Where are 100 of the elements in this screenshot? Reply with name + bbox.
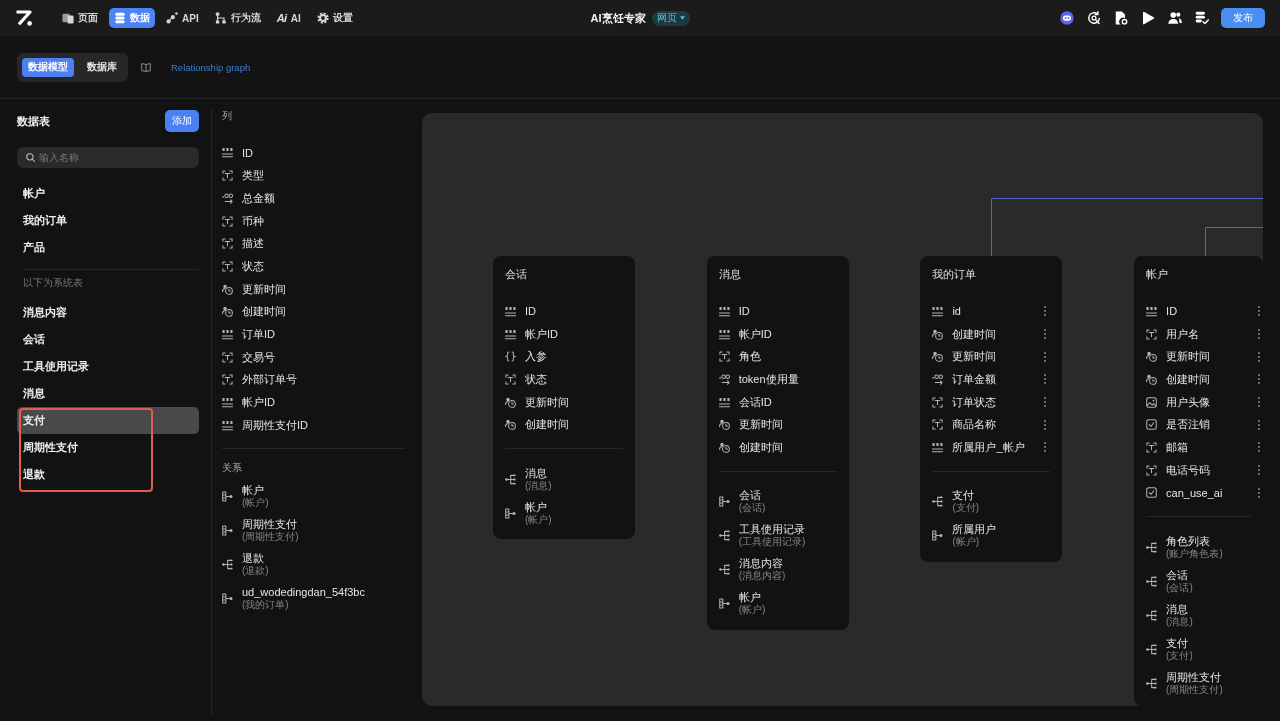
text-type-icon (505, 373, 516, 385)
nav-tab[interactable]: Ai AI (271, 8, 306, 28)
field-name: 创建时间 (1166, 371, 1211, 387)
more-icon[interactable] (1258, 306, 1261, 317)
column-name: 类型 (242, 168, 264, 184)
relation-name: 消息 (1166, 602, 1190, 616)
nav-tab[interactable]: 数据 (109, 8, 155, 28)
merge-icon (222, 491, 233, 503)
checkbox-icon (1146, 419, 1158, 431)
app-title: AI烹饪专家 (590, 10, 646, 26)
search-icon (26, 153, 35, 162)
table-list-item[interactable]: 支付 (17, 407, 199, 434)
table-card[interactable]: 会话 ID 帐户ID 入参 状态 更新时间 创建时间 消息 (消息) 帐户 (帐户) (493, 256, 635, 540)
braces-icon (505, 351, 516, 363)
field-name: 更新时间 (952, 349, 997, 365)
more-icon[interactable] (1044, 351, 1047, 362)
clock-user-icon (718, 419, 730, 431)
table-list-item[interactable]: 帐户 (17, 180, 199, 207)
relation-name: 消息内容 (738, 557, 784, 570)
more-icon[interactable] (1044, 442, 1047, 453)
table-list-item[interactable]: 消息 (17, 380, 199, 407)
more-icon[interactable] (1258, 329, 1261, 339)
more-icon[interactable] (1044, 374, 1047, 385)
more-icon[interactable] (1258, 487, 1261, 498)
field-name: token使用量 (738, 371, 799, 387)
relation-name: 所属用户 (952, 523, 997, 536)
table-list-item[interactable]: 消息内容 (17, 299, 199, 326)
section-title: 列 (222, 109, 233, 122)
more-icon[interactable] (1258, 419, 1261, 430)
book-icon[interactable] (141, 62, 151, 72)
refresh-search-icon[interactable] (1087, 11, 1101, 25)
column-name: 订单ID (242, 326, 275, 342)
number-icon (505, 328, 516, 340)
table-card[interactable]: 帐户 ID 用户名 更新时间 创建时间 用户头像 是否注销 邮箱 电话号码 can_use_ai 角色列表 (账户角色表) 会话 (会话) 消息 (消息) 支付 (支付) 周期性支付 (周期性支付) (1134, 256, 1263, 706)
number-icon (222, 419, 233, 431)
table-card[interactable]: 我的订单 id 创建时间 更新时间 订单金额 订单状态 商品名称 所属用户_帐户 支付 (支付) 所属用户 (帐户) (920, 256, 1063, 562)
column-name: 周期性支付ID (242, 417, 308, 433)
more-icon[interactable] (1044, 397, 1047, 408)
field-name: 帐户ID (738, 326, 772, 342)
more-icon[interactable] (1258, 351, 1261, 362)
page-type-dropdown[interactable]: 网页 (651, 10, 690, 26)
more-icon[interactable] (1258, 397, 1261, 408)
relation-name: 消息 (525, 466, 548, 480)
table-list-item[interactable]: 产品 (17, 234, 199, 261)
table-list-item[interactable]: 退款 (17, 461, 199, 488)
table-list-item[interactable]: 工具使用记录 (17, 353, 199, 380)
fork-icon (1146, 677, 1158, 689)
card-title: 消息 (718, 267, 742, 281)
add-button[interactable]: 添加 (165, 110, 199, 132)
caret-icon (679, 16, 685, 20)
logo-icon[interactable] (15, 10, 33, 26)
field-name: 订单金额 (952, 371, 997, 387)
text-type-icon (1146, 464, 1158, 476)
relation-name: 帐户 (242, 484, 265, 497)
users-icon[interactable] (1168, 11, 1182, 25)
database-check-icon[interactable] (1195, 11, 1209, 25)
more-icon[interactable] (1044, 419, 1047, 430)
nav-tab[interactable]: API (161, 8, 204, 28)
merge-icon (718, 598, 730, 610)
nav-tab[interactable]: 行为流 (209, 8, 266, 28)
text-type-icon (222, 260, 233, 272)
number-icon (222, 328, 233, 340)
view-tab[interactable]: 数据库 (81, 57, 123, 77)
relation-name: 工具使用记录 (738, 523, 806, 537)
relation-target: (消息) (1166, 615, 1193, 628)
fork-icon (1146, 643, 1158, 655)
relation-target: (周期性支付) (242, 531, 299, 544)
table-card[interactable]: 消息 ID 帐户ID 角色 token使用量 会话ID 更新时间 创建时间 会话 (会话) 工具使用记录 (工具使用记录) 消息内容 (消息内容) 帐户 (帐户) (706, 256, 849, 630)
decimal-icon (718, 373, 730, 385)
nav-tab[interactable]: 设置 (311, 8, 358, 28)
more-icon[interactable] (1258, 465, 1261, 476)
relation-name: 周期性支付 (242, 518, 298, 531)
document-gear-icon[interactable] (1114, 11, 1128, 25)
table-list-item[interactable]: 会话 (17, 326, 199, 353)
column-name: 描述 (242, 236, 264, 252)
play-icon[interactable] (1141, 11, 1155, 25)
table-list-item[interactable]: 我的订单 (17, 207, 199, 234)
search-field[interactable]: 输入名称 (17, 147, 199, 168)
view-tab[interactable]: 数据模型 (22, 57, 74, 77)
table-list-item[interactable]: 周期性支付 (17, 434, 199, 461)
field-name: 用户头像 (1166, 394, 1211, 410)
more-icon[interactable] (1044, 306, 1047, 317)
more-icon[interactable] (1258, 442, 1261, 453)
field-name: 创建时间 (952, 326, 997, 342)
more-icon[interactable] (1044, 329, 1047, 339)
column-name: 帐户ID (242, 395, 275, 410)
ai-icon: Ai (276, 12, 287, 24)
field-name: ID (738, 305, 750, 318)
image-icon (1146, 396, 1158, 408)
relationship-graph-link[interactable]: Relationship graph (171, 61, 251, 73)
relation-target: (帐户) (525, 513, 552, 526)
gear-icon (316, 12, 329, 24)
merge-icon (222, 525, 233, 537)
fork-icon (1146, 541, 1158, 553)
bot-icon[interactable] (1060, 11, 1074, 25)
more-icon[interactable] (1258, 374, 1261, 385)
column-name: 币种 (242, 213, 264, 229)
text-type-icon (1146, 328, 1158, 340)
nav-tab[interactable]: 页面 (57, 8, 103, 28)
text-type-icon (932, 396, 944, 408)
